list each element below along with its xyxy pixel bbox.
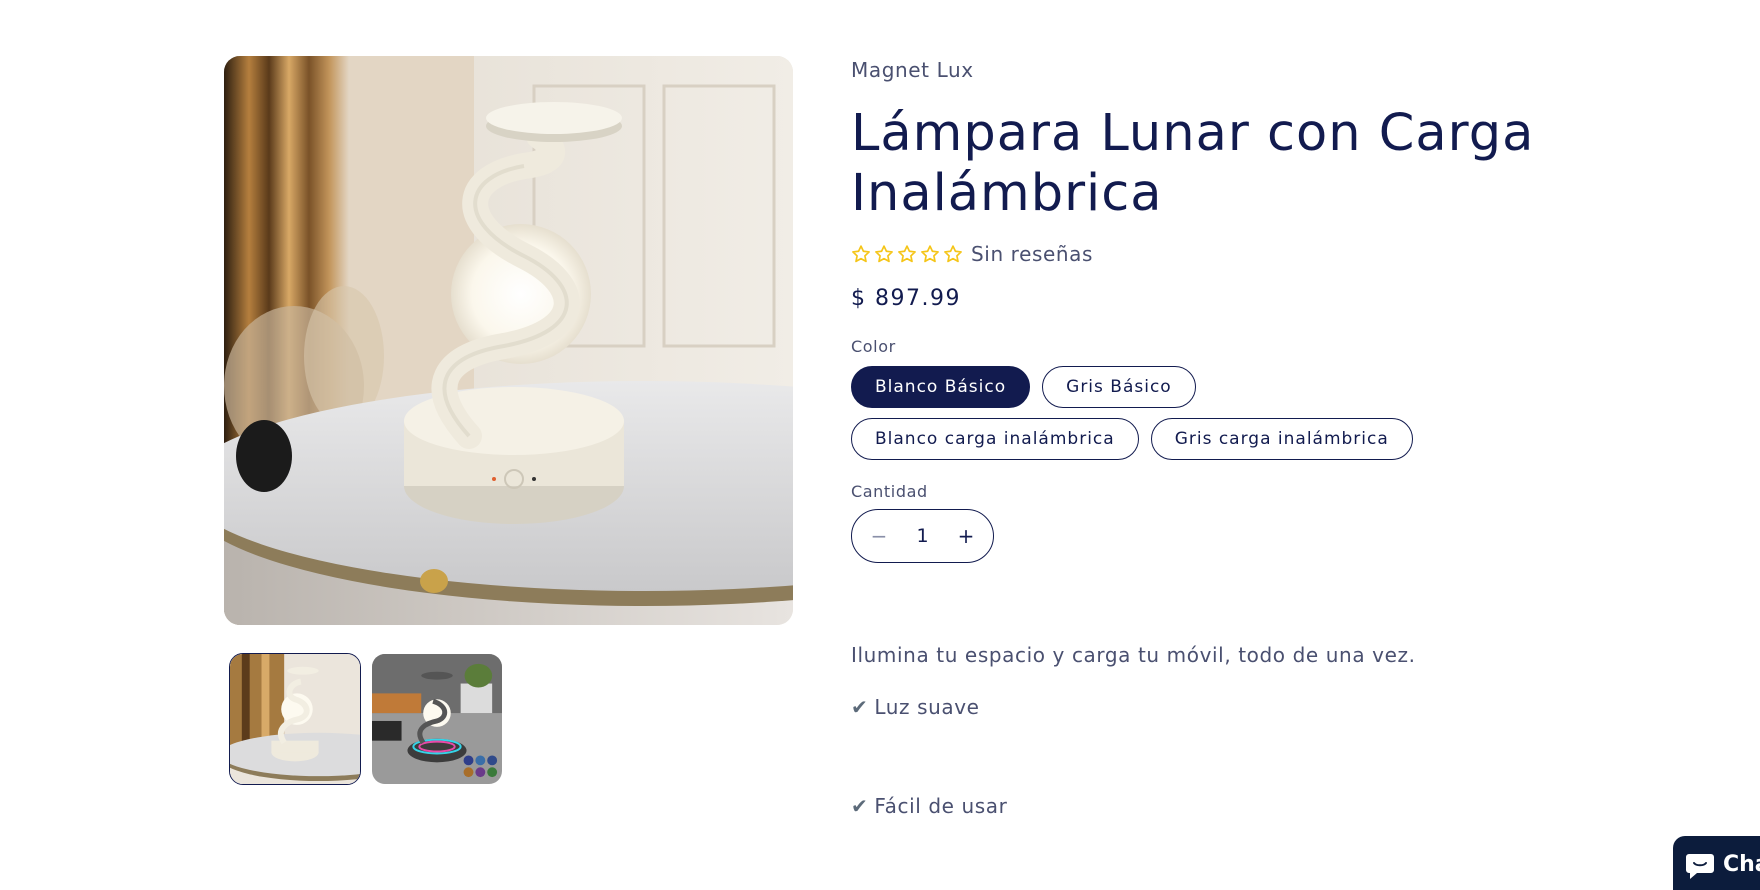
product-price: $ 897.99 [851, 286, 961, 311]
quantity-label: Cantidad [851, 482, 928, 501]
product-description: Ilumina tu espacio y carga tu móvil, tod… [851, 643, 1416, 667]
product-page: Magnet Lux Lámpara Lunar con Carga Inalá… [0, 0, 1760, 890]
product-rating[interactable]: Sin reseñas [851, 242, 1551, 266]
checkmark-icon: ✔ [851, 695, 869, 719]
product-info: Magnet Lux Lámpara Lunar con Carga Inalá… [851, 58, 1551, 818]
quantity-input[interactable] [902, 525, 943, 547]
main-product-image[interactable] [224, 56, 793, 625]
chat-button[interactable]: Chat [1673, 836, 1760, 890]
thumbnail-white-lamp-image [230, 654, 360, 784]
color-label: Color [851, 337, 896, 356]
checkmark-icon: ✔ [851, 794, 869, 818]
color-option-gris-basico[interactable]: Gris Básico [1042, 366, 1196, 408]
color-options: Blanco Básico Gris Básico Blanco carga i… [851, 366, 1471, 460]
product-title: Lámpara Lunar con Carga Inalámbrica [851, 104, 1535, 223]
feature-item: ✔ Fácil de usar [851, 794, 1551, 818]
thumbnail-grey-lamp-image [372, 654, 502, 784]
rating-stars [851, 244, 963, 264]
thumbnail-grey-lamp[interactable] [371, 653, 503, 785]
thumbnail-white-lamp[interactable] [229, 653, 361, 785]
color-option-blanco-carga-inalambrica[interactable]: Blanco carga inalámbrica [851, 418, 1139, 460]
feature-text: Fácil de usar [874, 794, 1008, 818]
quantity-stepper: − + [851, 509, 994, 563]
rating-text: Sin reseñas [971, 242, 1094, 266]
color-option-blanco-basico[interactable]: Blanco Básico [851, 366, 1031, 408]
thumbnail-list [229, 653, 503, 785]
chat-button-label: Chat [1723, 852, 1760, 877]
star-outline-icon [898, 245, 916, 263]
star-outline-icon [921, 245, 939, 263]
star-outline-icon [875, 245, 893, 263]
star-outline-icon [944, 245, 962, 263]
feature-text: Luz suave [874, 695, 980, 719]
color-option-gris-carga-inalambrica[interactable]: Gris carga inalámbrica [1150, 418, 1413, 460]
feature-item: ✔ Luz suave [851, 695, 1551, 719]
product-vendor: Magnet Lux [851, 58, 974, 82]
quantity-decrease-button[interactable]: − [864, 521, 894, 551]
chat-bubble-icon [1686, 854, 1714, 879]
lamp-photo [224, 56, 793, 625]
quantity-increase-button[interactable]: + [951, 521, 981, 551]
star-outline-icon [852, 245, 870, 263]
